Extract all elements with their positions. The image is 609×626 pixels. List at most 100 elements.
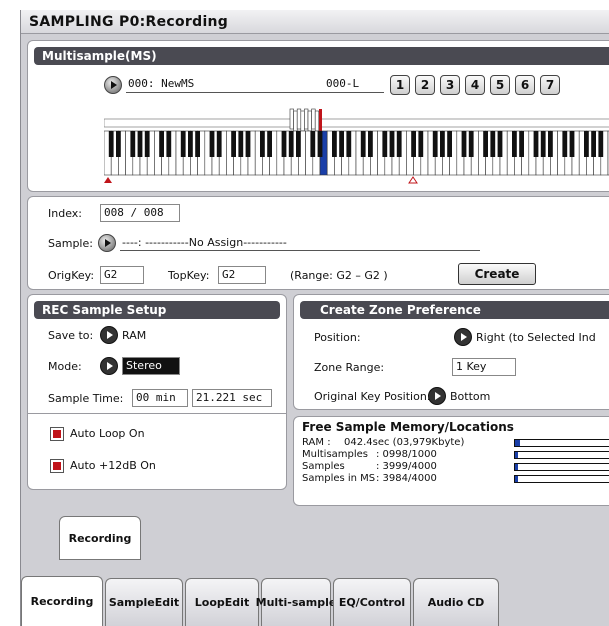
tab-audio-cd[interactable]: Audio CD	[413, 578, 499, 626]
tab-label: sample	[291, 596, 337, 609]
memory-usage-fill	[515, 452, 518, 458]
zone-button-6[interactable]: 6	[515, 75, 535, 95]
tab-sample[interactable]: Sample Edit	[105, 578, 183, 626]
auto-loop-label: Auto Loop On	[70, 427, 145, 440]
black-key	[346, 131, 352, 157]
black-key	[188, 131, 193, 157]
mode-arrow-icon[interactable]	[100, 357, 118, 375]
selected-zone-marker	[319, 109, 322, 131]
black-key	[310, 131, 316, 157]
zone-pref-header: Create Zone Preference	[300, 301, 609, 319]
black-key	[260, 131, 265, 157]
position-value[interactable]: Right (to Selected Ind	[476, 331, 596, 344]
zone-map-area	[104, 118, 609, 128]
orig-key-pos-arrow-icon[interactable]	[428, 387, 446, 405]
zone-marker	[311, 108, 316, 130]
black-key	[108, 131, 114, 157]
zone-marker	[300, 110, 305, 132]
zone-button-5[interactable]: 5	[490, 75, 510, 95]
tab-label: Audio CD	[427, 596, 485, 609]
zone-range-field[interactable]: 1 Key	[452, 358, 516, 376]
ms-suffix: 000-L	[326, 77, 360, 90]
zone-button-4[interactable]: 4	[465, 75, 485, 95]
auto-12db-checkbox[interactable]	[50, 459, 64, 473]
tab-recording[interactable]: Recording	[21, 576, 103, 626]
save-to-label: Save to:	[48, 329, 94, 342]
zone-marker	[289, 108, 294, 130]
index-field[interactable]: 008 / 008	[100, 204, 180, 222]
multisample-panel: Multisample(MS) 000: NewMS 000-L 1 2 3 4…	[27, 40, 609, 192]
black-key	[137, 131, 143, 157]
auto-12db-label: Auto +12dB On	[70, 459, 156, 472]
tab-label: Control	[359, 596, 406, 609]
position-arrow-icon[interactable]	[454, 328, 472, 346]
ms-select-arrow-icon[interactable]	[104, 76, 122, 94]
tab-label: Edit	[154, 596, 180, 609]
sample-field[interactable]: ----: -----------No Assign-----------	[120, 233, 480, 251]
zone-marker	[296, 108, 302, 130]
ms-name: 000: NewMS	[128, 77, 195, 90]
memory-usage-bar	[514, 475, 609, 483]
auto-loop-checkbox[interactable]	[50, 427, 64, 441]
black-key	[130, 131, 136, 157]
mode-field[interactable]: Stereo	[122, 357, 180, 375]
origkey-field[interactable]: G2	[100, 266, 144, 284]
black-key	[245, 131, 251, 157]
black-key	[231, 131, 236, 157]
page-title: SAMPLING P0:Recording	[29, 14, 229, 30]
black-key	[396, 131, 402, 157]
zone-marker	[293, 110, 298, 132]
memory-usage-bar	[514, 463, 609, 471]
black-key	[144, 131, 150, 157]
memory-row-label: Multisamples	[302, 449, 369, 460]
black-key	[332, 131, 337, 157]
black-key	[512, 131, 517, 157]
zone-button-1[interactable]: 1	[390, 75, 410, 95]
save-to-value[interactable]: RAM	[122, 329, 146, 342]
sample-value: ----: -----------No Assign-----------	[122, 236, 287, 249]
sample-time-label: Sample Time:	[48, 392, 124, 405]
sample-time-sec-field[interactable]: 21.221 sec	[192, 389, 272, 407]
memory-usage-fill	[515, 476, 518, 482]
zone-marker	[304, 108, 309, 130]
topkey-label: TopKey:	[168, 269, 210, 282]
black-key	[209, 131, 215, 157]
zone-keyboard[interactable]	[104, 107, 609, 187]
black-key	[562, 131, 568, 157]
tab-multi[interactable]: Multi-sample	[256, 578, 336, 626]
black-key	[195, 131, 200, 157]
mode-label: Mode:	[48, 360, 82, 373]
black-key	[548, 131, 553, 157]
black-key	[238, 131, 244, 157]
create-button[interactable]: Create	[458, 263, 536, 285]
subtab-recording[interactable]: Recording	[59, 516, 141, 560]
tab-eq[interactable]: EQ/Control	[333, 578, 411, 626]
black-key	[368, 131, 373, 157]
sample-select-arrow-icon[interactable]	[98, 234, 116, 252]
ms-name-field[interactable]: 000: NewMS 000-L	[126, 75, 384, 93]
range-text: (Range: G2 – G2 )	[290, 269, 388, 282]
zone-button-7[interactable]: 7	[540, 75, 560, 95]
black-key	[598, 131, 604, 157]
keyboard-keys	[104, 130, 609, 176]
rec-setup-panel: REC Sample Setup Save to: RAM Mode: Ster…	[27, 294, 287, 490]
black-key	[389, 131, 395, 157]
memory-usage-bar	[514, 439, 609, 447]
sample-time-min-field[interactable]: 00 min	[132, 389, 188, 407]
zone-button-3[interactable]: 3	[440, 75, 460, 95]
black-key	[116, 131, 121, 157]
black-key	[288, 131, 294, 157]
zone-button-2[interactable]: 2	[415, 75, 435, 95]
tab-label: Recording	[30, 595, 94, 608]
zone-marker	[307, 110, 312, 132]
orig-key-pos-value[interactable]: Bottom	[450, 390, 490, 403]
topkey-field[interactable]: G2	[218, 266, 266, 284]
title-bar: SAMPLING P0:Recording	[21, 10, 609, 34]
black-key	[584, 131, 589, 157]
zone-map	[104, 108, 609, 132]
tab-loop[interactable]: Loop Edit	[185, 578, 259, 626]
sample-label: Sample:	[48, 237, 93, 250]
black-key	[159, 131, 164, 157]
save-to-arrow-icon[interactable]	[100, 326, 118, 344]
tab-label: Edit	[224, 596, 250, 609]
